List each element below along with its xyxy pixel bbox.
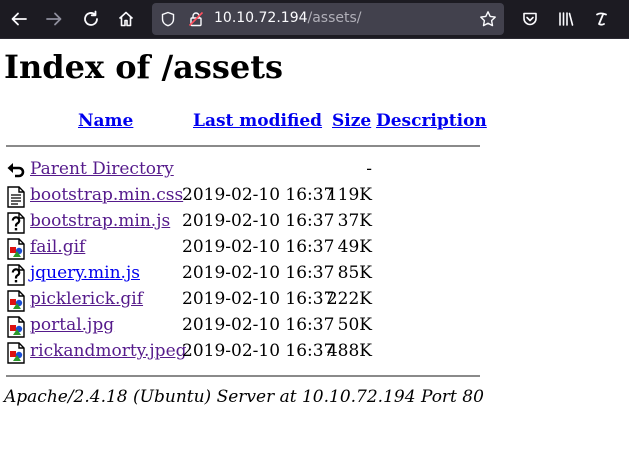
address-bar[interactable]: 10.10.72.194/assets/	[152, 3, 504, 35]
file-row: bootstrap.min.js 2019-02-10 16:37 37K	[0, 210, 629, 236]
file-modified: 2019-02-10 16:37	[182, 263, 335, 283]
parent-directory-link[interactable]: Parent Directory	[30, 159, 174, 179]
pocket-button[interactable]	[518, 7, 542, 31]
file-row: portal.jpg 2019-02-10 16:37 50K	[0, 314, 629, 340]
url-text[interactable]: 10.10.72.194/assets/	[214, 10, 362, 26]
file-row: picklerick.gif 2019-02-10 16:37 222K	[0, 288, 629, 314]
library-button[interactable]	[554, 7, 578, 31]
file-link[interactable]: bootstrap.min.js	[30, 211, 170, 231]
file-row: rickandmorty.jpeg 2019-02-10 16:37 488K	[0, 340, 629, 366]
file-modified: 2019-02-10 16:37	[182, 315, 335, 335]
unknown-file-icon	[7, 264, 25, 286]
arrow-left-icon	[11, 12, 27, 26]
extension-icon	[596, 12, 607, 26]
file-row: jquery.min.js 2019-02-10 16:37 85K	[0, 262, 629, 288]
file-link[interactable]: picklerick.gif	[30, 289, 143, 309]
file-modified: 2019-02-10 16:37	[182, 237, 335, 257]
text-file-icon	[7, 186, 25, 208]
file-link[interactable]: fail.gif	[30, 237, 85, 257]
image-file-icon	[7, 238, 25, 260]
url-host: 10.10.72.194	[214, 10, 308, 26]
page-title: Index of /assets	[4, 48, 284, 86]
file-link[interactable]: rickandmorty.jpeg	[30, 341, 187, 361]
star-icon[interactable]	[479, 10, 497, 28]
file-size: 222K	[326, 289, 372, 309]
file-size: 49K	[337, 237, 372, 257]
url-path: /assets/	[307, 10, 362, 26]
file-size: 85K	[337, 263, 372, 283]
image-file-icon	[7, 316, 25, 338]
file-modified: 2019-02-10 16:37	[182, 185, 335, 205]
file-modified: 2019-02-10 16:37	[182, 211, 335, 231]
file-link[interactable]: jquery.min.js	[30, 263, 140, 283]
file-size: 119K	[326, 185, 372, 205]
file-row: bootstrap.min.css 2019-02-10 16:37 119K	[0, 184, 629, 210]
back-button[interactable]	[7, 7, 31, 31]
insecure-lock-icon[interactable]	[188, 11, 204, 27]
home-icon	[118, 11, 134, 27]
column-header-description[interactable]: Description	[376, 111, 487, 131]
file-size: 488K	[326, 341, 372, 361]
unknown-file-icon	[7, 212, 25, 234]
file-modified: 2019-02-10 16:37	[182, 289, 335, 309]
home-button[interactable]	[114, 7, 138, 31]
pocket-icon	[523, 12, 537, 26]
footer-divider	[6, 375, 480, 377]
extension-button[interactable]	[590, 7, 614, 31]
column-header-size[interactable]: Size	[332, 111, 371, 131]
file-link[interactable]: bootstrap.min.css	[30, 185, 183, 205]
parent-directory-row: Parent Directory -	[0, 158, 629, 184]
shield-icon[interactable]	[160, 11, 176, 27]
image-file-icon	[7, 342, 25, 364]
file-modified: 2019-02-10 16:37	[182, 341, 335, 361]
file-row: fail.gif 2019-02-10 16:37 49K	[0, 236, 629, 262]
back-icon	[7, 163, 25, 178]
browser-toolbar: 10.10.72.194/assets/	[0, 0, 629, 39]
column-header-name[interactable]: Name	[78, 111, 133, 131]
column-header-last-modified[interactable]: Last modified	[193, 111, 322, 131]
forward-button[interactable]	[42, 7, 66, 31]
arrow-right-icon	[46, 12, 62, 26]
page-content: Index of /assets Name Last modified Size…	[0, 38, 629, 471]
parent-size: -	[366, 159, 372, 179]
image-file-icon	[7, 290, 25, 312]
file-size: 37K	[337, 211, 372, 231]
file-size: 50K	[337, 315, 372, 335]
header-divider	[6, 145, 480, 147]
file-link[interactable]: portal.jpg	[30, 315, 114, 335]
reload-icon	[84, 10, 98, 26]
server-signature: Apache/2.4.18 (Ubuntu) Server at 10.10.7…	[4, 387, 484, 407]
library-icon	[559, 12, 574, 26]
reload-button[interactable]	[79, 7, 103, 31]
